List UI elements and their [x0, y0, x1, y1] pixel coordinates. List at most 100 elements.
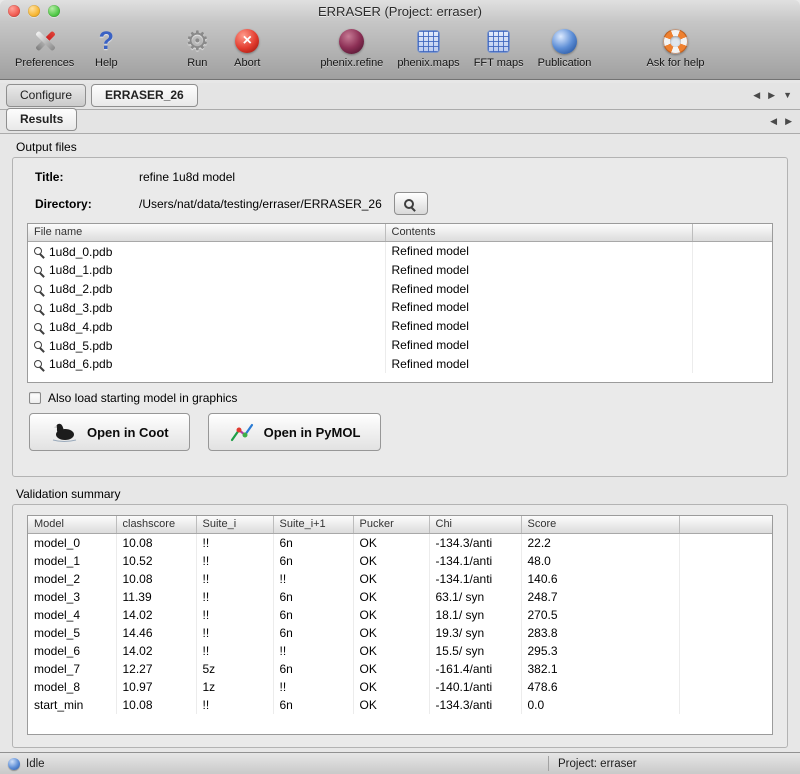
toolbar-button-phenix-refine[interactable]: phenix.refine	[320, 26, 383, 69]
validation-row[interactable]: model_210.08!!!!OK-134.1/anti140.6	[28, 570, 772, 588]
validation-row[interactable]: model_414.02!!6nOK18.1/ syn270.5	[28, 606, 772, 624]
project-label: Project: erraser	[558, 758, 637, 770]
load-starting-model-row: Also load starting model in graphics	[29, 391, 773, 405]
toolbar-button-label: FFT maps	[474, 57, 524, 69]
magnifier-icon	[34, 285, 42, 293]
file-row[interactable]: 1u8d_5.pdbRefined model	[28, 336, 772, 355]
close-button[interactable]	[8, 5, 20, 17]
column-header-filler	[692, 224, 772, 241]
toolbar-button-abort[interactable]: × Abort	[229, 26, 265, 69]
validation-row[interactable]: model_514.46!!6nOK19.3/ syn283.8	[28, 624, 772, 642]
file-row[interactable]: 1u8d_6.pdbRefined model	[28, 354, 772, 373]
preferences-icon	[32, 28, 58, 54]
tab-configure[interactable]: Configure	[6, 84, 86, 107]
toolbar-button-help[interactable]: ?Help	[88, 26, 124, 69]
toolbar-button-label: phenix.refine	[320, 57, 383, 69]
tab-nav-arrows: ◀ ▶ ▼	[753, 90, 792, 101]
subtab-scroll-left-icon[interactable]: ◀	[770, 116, 777, 127]
magnifier-icon	[34, 323, 42, 331]
column-header-file-name[interactable]: File name	[28, 224, 385, 241]
toolbar-button-run[interactable]: ⚙Run	[179, 26, 215, 69]
column-header-chi[interactable]: Chi	[429, 516, 521, 533]
status-dot-icon	[8, 758, 20, 770]
sub-tab-bar: Results ◀ ▶	[0, 110, 800, 134]
file-row[interactable]: 1u8d_3.pdbRefined model	[28, 298, 772, 317]
directory-label: Directory:	[35, 197, 139, 211]
toolbar: Preferences?Help⚙Run×Abortphenix.refinep…	[0, 22, 800, 80]
toolbar-button-phenix-maps[interactable]: phenix.maps	[397, 26, 459, 69]
app-window: ERRASER (Project: erraser) Preferences?H…	[0, 0, 800, 774]
output-files-section: Title: refine 1u8d model Directory: /Use…	[12, 157, 788, 477]
toolbar-button-label: Preferences	[15, 57, 74, 69]
titlebar[interactable]: ERRASER (Project: erraser)	[0, 0, 800, 22]
tab-list-icon[interactable]: ▼	[783, 90, 792, 101]
toolbar-button-publication[interactable]: Publication	[538, 26, 592, 69]
coot-bird-icon	[50, 420, 78, 444]
column-header-clashscore[interactable]: clashscore	[116, 516, 196, 533]
main-tab-bar: ConfigureERRASER_26 ◀ ▶ ▼	[0, 83, 800, 110]
directory-value: /Users/nat/data/testing/erraser/ERRASER_…	[139, 197, 382, 211]
directory-row: Directory: /Users/nat/data/testing/erras…	[35, 192, 773, 215]
column-header-pucker[interactable]: Pucker	[353, 516, 429, 533]
toolbar-button-label: Abort	[234, 57, 260, 69]
validation-row[interactable]: model_614.02!!!!OK15.5/ syn295.3	[28, 642, 772, 660]
magnifier-icon	[34, 341, 42, 349]
open-in-pymol-button[interactable]: Open in PyMOL	[208, 413, 382, 451]
load-starting-model-label: Also load starting model in graphics	[48, 391, 237, 405]
validation-row[interactable]: model_712.275z6nOK-161.4/anti382.1	[28, 660, 772, 678]
file-row[interactable]: 1u8d_1.pdbRefined model	[28, 260, 772, 279]
column-header-score[interactable]: Score	[521, 516, 679, 533]
validation-row[interactable]: start_min10.08!!6nOK-134.3/anti0.0	[28, 696, 772, 714]
column-header-suite-i[interactable]: Suite_i	[196, 516, 273, 533]
lifebuoy-icon	[663, 29, 688, 54]
tab-scroll-left-icon[interactable]: ◀	[753, 90, 760, 101]
magnifier-icon	[34, 304, 42, 312]
toolbar-button-label: Ask for help	[646, 57, 704, 69]
traffic-lights	[8, 5, 60, 17]
zoom-button[interactable]	[48, 5, 60, 17]
toolbar-button-label: Run	[187, 57, 207, 69]
toolbar-button-fft-maps[interactable]: FFT maps	[474, 26, 524, 69]
column-header-model[interactable]: Model	[28, 516, 116, 533]
toolbar-button-label: phenix.maps	[397, 57, 459, 69]
browse-directory-button[interactable]	[394, 192, 428, 215]
file-row[interactable]: 1u8d_0.pdbRefined model	[28, 241, 772, 260]
file-row[interactable]: 1u8d_2.pdbRefined model	[28, 279, 772, 298]
column-header-suite-i-1[interactable]: Suite_i+1	[273, 516, 353, 533]
tab-erraser-26[interactable]: ERRASER_26	[91, 84, 198, 107]
phenix-refine-icon	[339, 29, 364, 54]
column-header-filler	[679, 516, 772, 533]
content-area: Output files Title: refine 1u8d model Di…	[0, 134, 800, 752]
run-icon: ⚙	[185, 26, 209, 57]
magnifier-icon	[34, 247, 42, 255]
magnifier-icon	[404, 199, 414, 209]
output-files-table[interactable]: File nameContents1u8d_0.pdbRefined model…	[27, 223, 773, 383]
subtab-scroll-right-icon[interactable]: ▶	[785, 116, 792, 127]
help-icon: ?	[99, 27, 114, 56]
tab-scroll-right-icon[interactable]: ▶	[768, 90, 775, 101]
load-starting-model-checkbox[interactable]	[29, 392, 41, 404]
minimize-button[interactable]	[28, 5, 40, 17]
title-row: Title: refine 1u8d model	[35, 170, 773, 184]
validation-row[interactable]: model_010.08!!6nOK-134.3/anti22.2	[28, 533, 772, 552]
status-bar: Idle Project: erraser	[0, 752, 800, 774]
validation-row[interactable]: model_110.52!!6nOK-134.1/anti48.0	[28, 552, 772, 570]
title-label: Title:	[35, 170, 139, 184]
status-text: Idle	[26, 758, 45, 770]
toolbar-button-ask-for-help[interactable]: Ask for help	[646, 26, 704, 69]
window-title: ERRASER (Project: erraser)	[318, 4, 482, 19]
validation-row[interactable]: model_810.971z!!OK-140.1/anti478.6	[28, 678, 772, 696]
subtab-results[interactable]: Results	[6, 108, 77, 131]
toolbar-button-preferences[interactable]: Preferences	[15, 26, 74, 69]
magnifier-icon	[34, 266, 42, 274]
abort-icon: ×	[235, 29, 259, 53]
toolbar-button-label: Help	[95, 57, 118, 69]
file-row[interactable]: 1u8d_4.pdbRefined model	[28, 317, 772, 336]
fft-maps-icon	[487, 30, 510, 53]
column-header-contents[interactable]: Contents	[385, 224, 692, 241]
statusbar-separator	[548, 756, 549, 771]
open-in-coot-button[interactable]: Open in Coot	[29, 413, 190, 451]
subtab-nav-arrows: ◀ ▶	[770, 116, 792, 127]
validation-row[interactable]: model_311.39!!6nOK63.1/ syn248.7	[28, 588, 772, 606]
validation-table[interactable]: ModelclashscoreSuite_iSuite_i+1PuckerChi…	[27, 515, 773, 735]
